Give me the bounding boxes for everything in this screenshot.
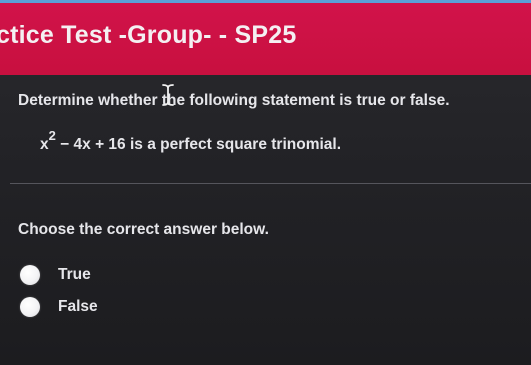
divider: [10, 183, 531, 184]
screen: ctice Test -Group- - SP25 Determine whet…: [0, 0, 531, 365]
radio-button-icon[interactable]: [20, 297, 40, 317]
answer-option-label[interactable]: False: [58, 298, 98, 316]
answer-option-label[interactable]: True: [58, 266, 91, 284]
question-statement: x2 − 4x + 16 is a perfect square trinomi…: [40, 128, 342, 154]
page-title: ctice Test -Group- - SP25: [0, 21, 297, 49]
statement-text: − 4x + 16 is a perfect square trinomial.: [55, 136, 342, 154]
answer-prompt: Choose the correct answer below.: [18, 221, 269, 238]
statement-exponent: 2: [48, 128, 56, 143]
question-instruction: Determine whether the following statemen…: [18, 92, 450, 109]
answer-option-false[interactable]: False: [20, 294, 98, 320]
radio-button-icon[interactable]: [20, 265, 40, 285]
header-bar: ctice Test -Group- - SP25: [0, 3, 531, 75]
text-cursor-icon: [162, 84, 174, 106]
answer-option-true[interactable]: True: [20, 262, 91, 288]
statement-variable: x: [40, 136, 49, 154]
